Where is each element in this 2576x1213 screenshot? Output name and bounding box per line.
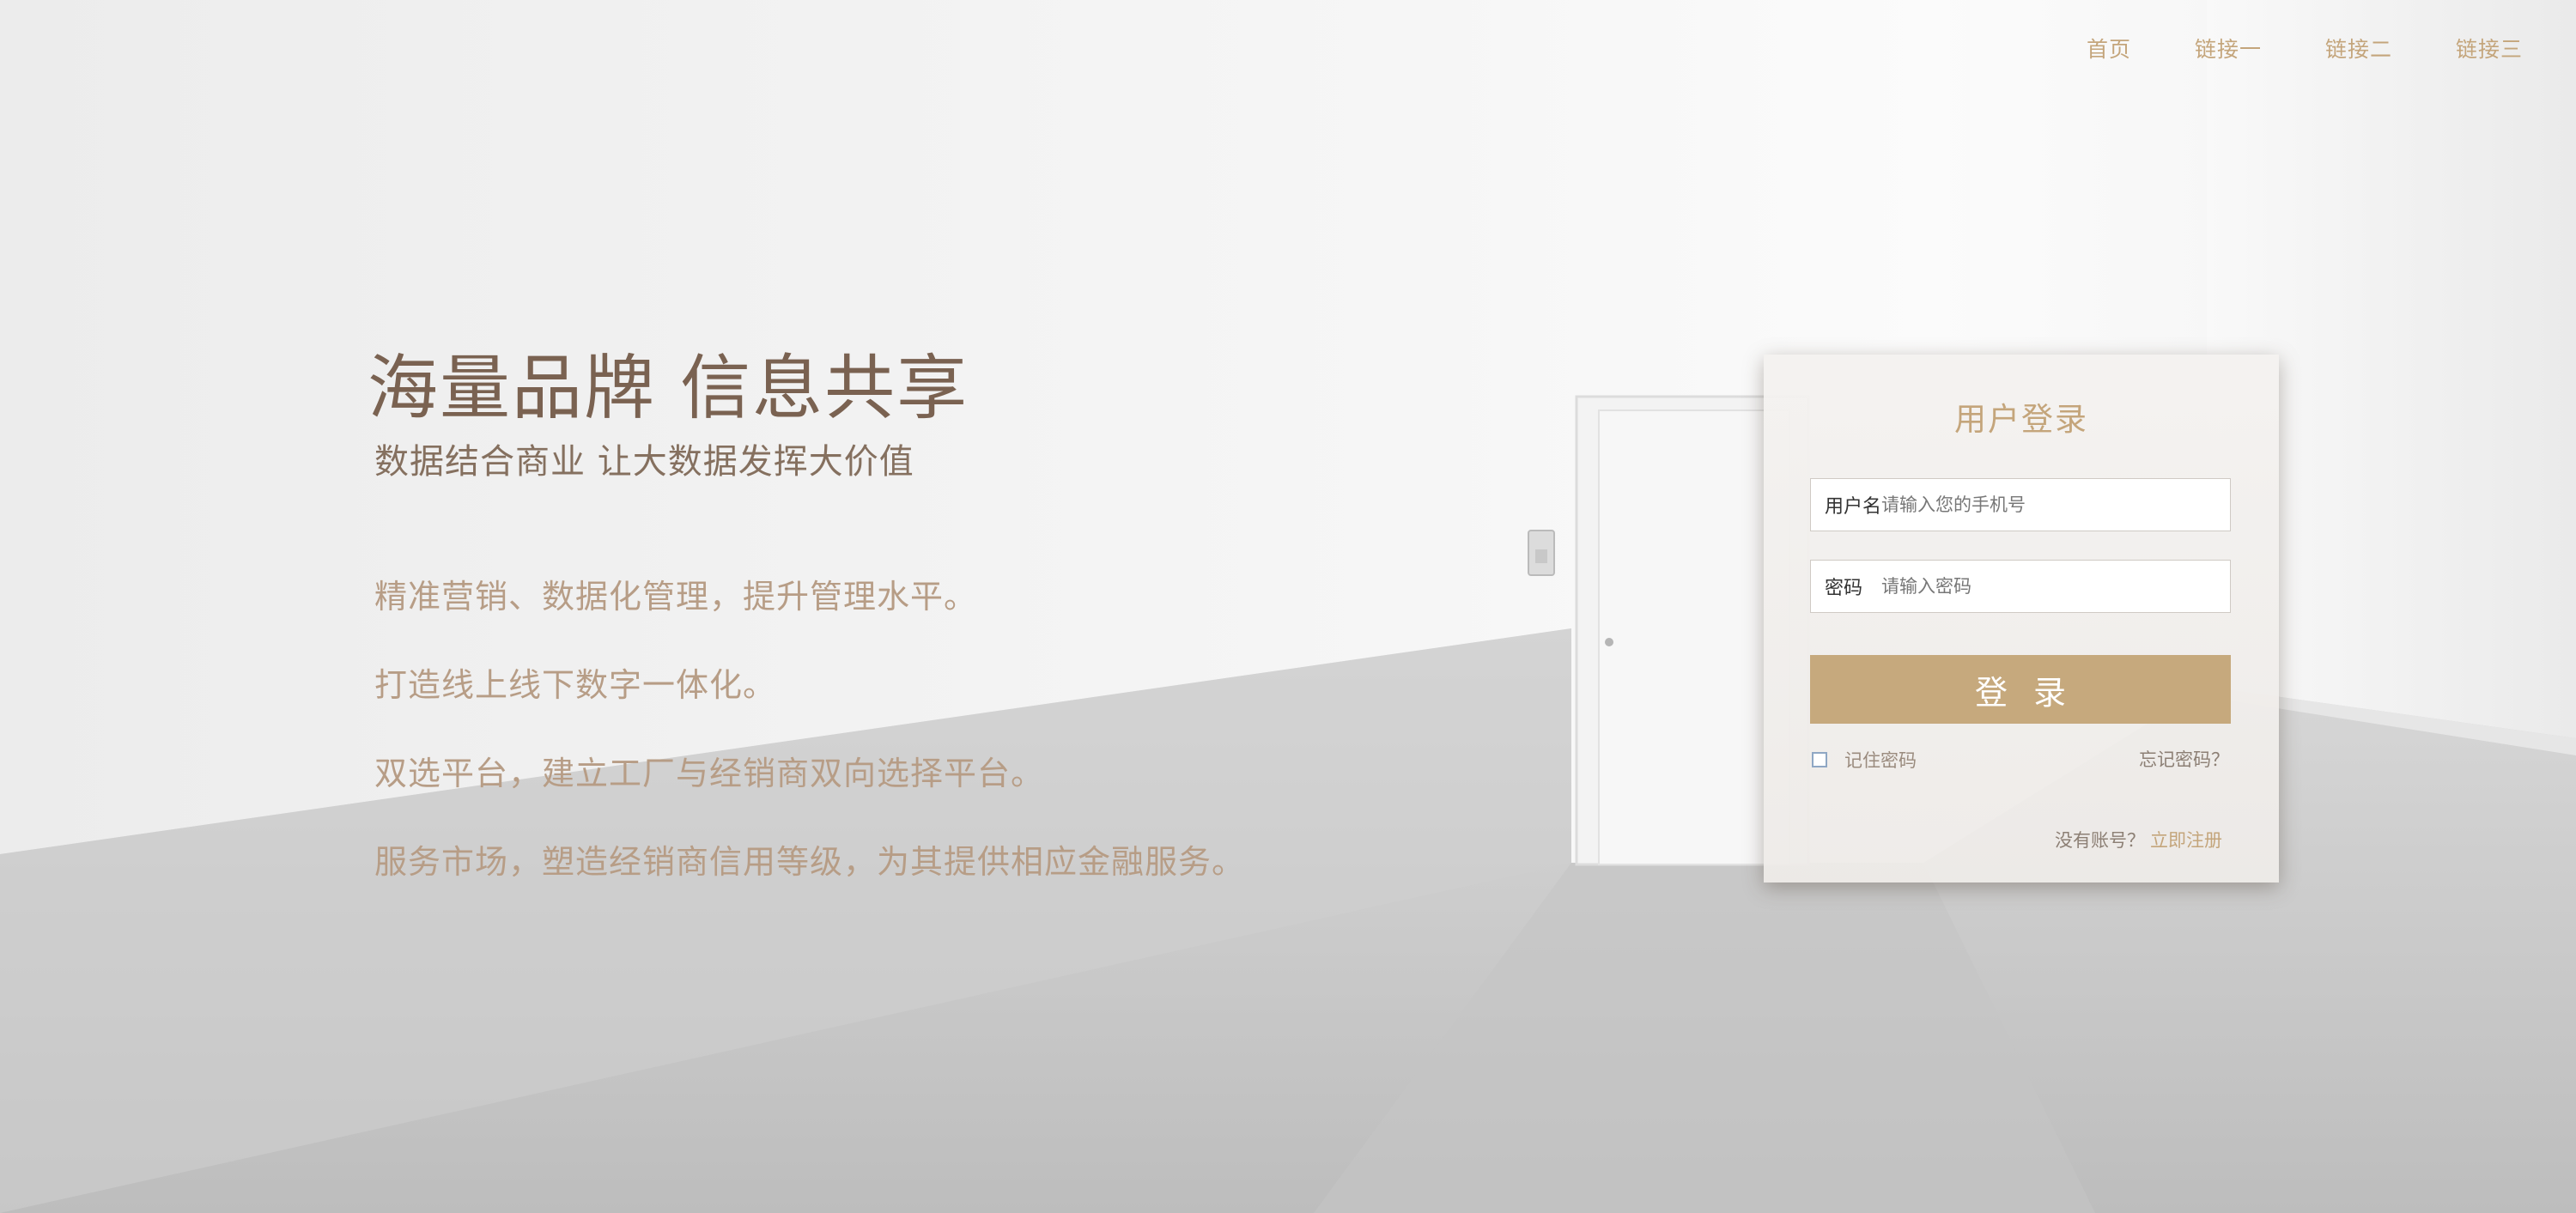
nav-link-one[interactable]: 链接一 — [2195, 33, 2262, 64]
feature-item: 打造线上线下数字一体化。 — [374, 666, 777, 704]
username-field: 用户名 — [1810, 478, 2231, 531]
hero-title: 海量品牌 信息共享 — [368, 348, 969, 429]
username-label: 用户名 — [1825, 496, 1882, 518]
top-navigation: 首页 链接一 链接二 链接三 — [2087, 33, 2523, 64]
feature-item: 精准营销、数据化管理，提升管理水平。 — [374, 578, 978, 616]
nav-link-three[interactable]: 链接三 — [2456, 33, 2523, 64]
feature-item: 服务市场，塑造经销商信用等级，为其提供相应金融服务。 — [374, 843, 1246, 881]
register-row: 没有账号？ 立即注册 — [2055, 827, 2222, 852]
password-input[interactable] — [1880, 561, 2230, 612]
login-button[interactable]: 登录 — [1810, 655, 2231, 724]
remember-checkbox[interactable] — [1812, 752, 1827, 767]
register-link[interactable]: 立即注册 — [2150, 830, 2222, 851]
hero-section: 海量品牌 信息共享 数据结合商业 让大数据发挥大价值 精准营销、数据化管理，提升… — [368, 342, 1245, 907]
forgot-password-link[interactable]: 忘记密码？ — [2139, 746, 2229, 772]
password-label: 密码 — [1825, 578, 1863, 599]
password-field: 密码 — [1810, 560, 2231, 613]
no-account-text: 没有账号？ — [2055, 830, 2145, 851]
login-title: 用户登录 — [1954, 401, 2088, 438]
remember-password[interactable]: 记住密码 — [1812, 747, 1917, 773]
feature-list: 精准营销、数据化管理，提升管理水平。 打造线上线下数字一体化。 双选平台，建立工… — [374, 553, 1245, 907]
hero-subtitle: 数据结合商业 让大数据发挥大价值 — [374, 442, 914, 482]
login-card: 用户登录 用户名 密码 登录 记住密码 忘记密码？ 没有账号？立即注册 — [1764, 355, 2279, 882]
feature-item: 双选平台，建立工厂与经销商双向选择平台。 — [374, 755, 1045, 792]
nav-link-two[interactable]: 链接二 — [2325, 33, 2392, 64]
remember-label: 记住密码 — [1844, 750, 1917, 771]
username-input[interactable] — [1880, 479, 2230, 531]
nav-link-home[interactable]: 首页 — [2087, 33, 2131, 64]
